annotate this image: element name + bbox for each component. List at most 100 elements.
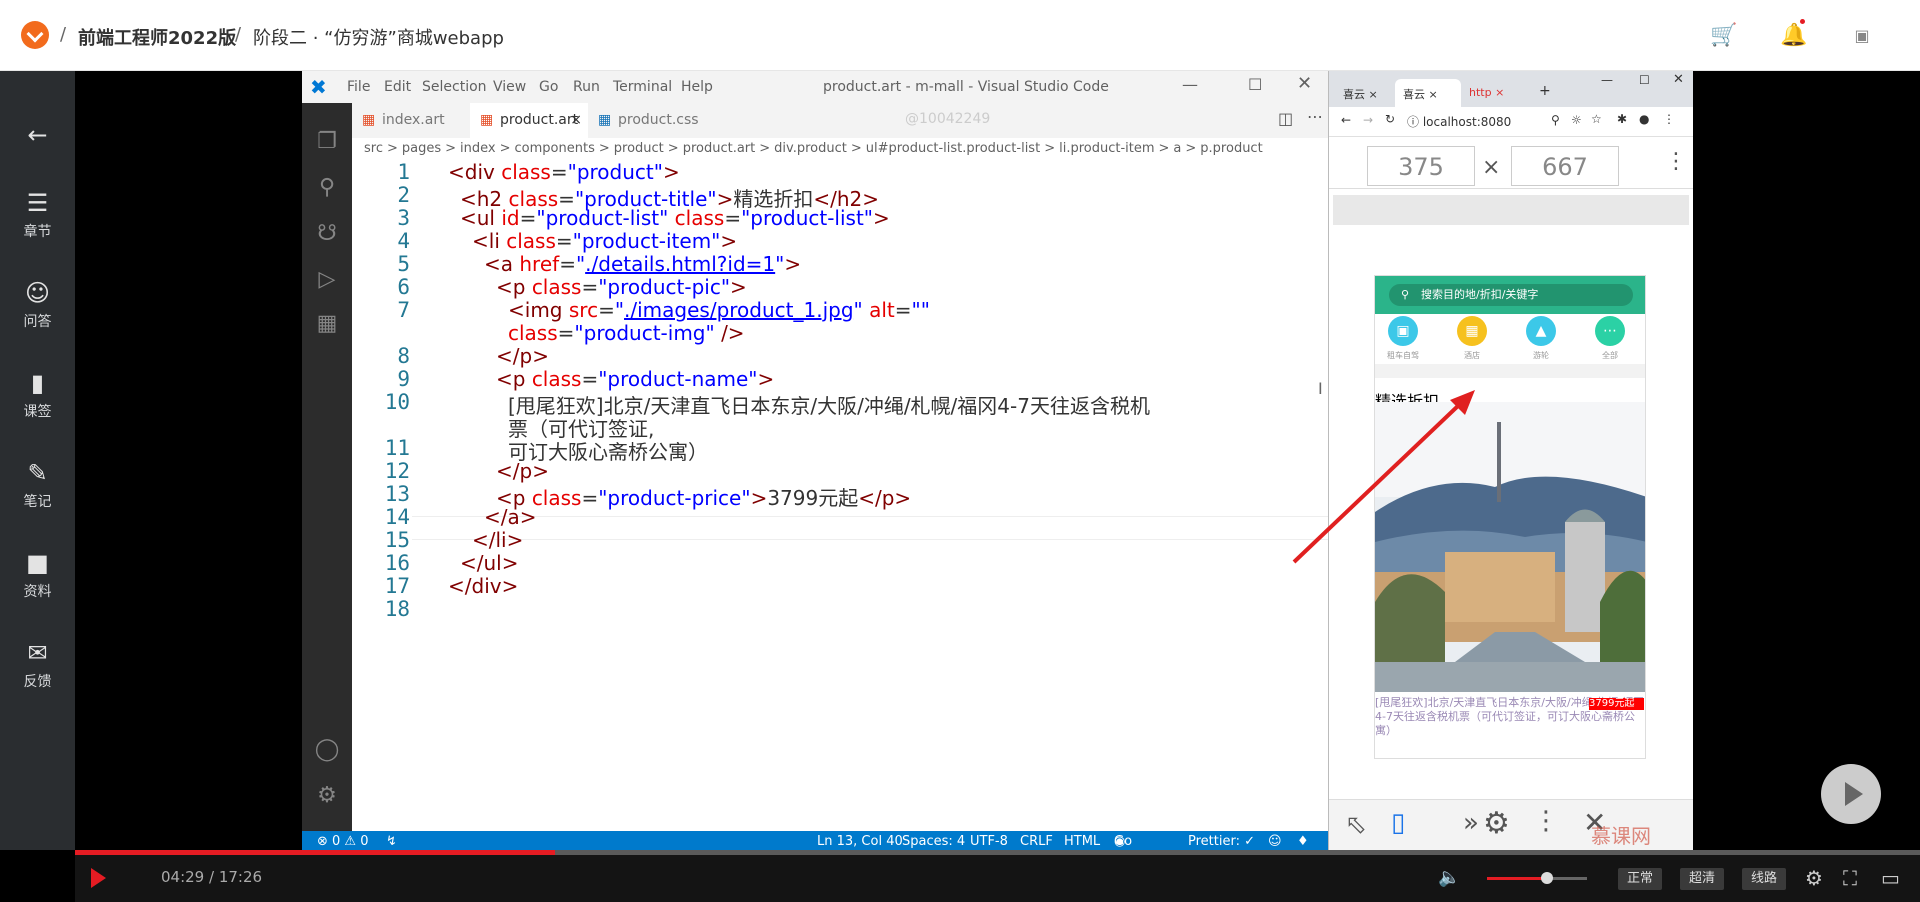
more-options-icon[interactable]: ⋮ bbox=[1665, 149, 1687, 174]
eye-off-icon[interactable]: ☼ bbox=[1571, 113, 1582, 127]
menu-file[interactable]: File bbox=[347, 79, 370, 95]
vscode-logo-icon: ✖ bbox=[310, 75, 327, 99]
new-tab-button[interactable]: + bbox=[1539, 83, 1551, 99]
play-icon[interactable] bbox=[91, 868, 106, 888]
height-input[interactable]: 667 bbox=[1511, 146, 1619, 186]
media-query-bar[interactable] bbox=[1333, 195, 1689, 225]
width-input[interactable]: 375 bbox=[1367, 146, 1475, 186]
menu-dots-icon[interactable]: ⋮ bbox=[1663, 112, 1675, 126]
window-title: product.art - m-mall - Visual Studio Cod… bbox=[823, 79, 1109, 95]
browser-tab[interactable]: 喜云 × bbox=[1335, 79, 1395, 107]
category-car-rental[interactable]: ▣ 租车自驾 bbox=[1378, 316, 1428, 361]
breadcrumb: src > pages > index > components > product > produ… bbox=[364, 141, 1263, 156]
sidebar-item-bookmark[interactable]: ▮ 课签 bbox=[0, 371, 75, 421]
source-control-icon[interactable]: ☋ bbox=[314, 221, 340, 247]
sidebar-item-notes[interactable]: ✎ 笔记 bbox=[0, 461, 75, 511]
browser-tab[interactable]: http × bbox=[1461, 79, 1517, 107]
code-line: </div> bbox=[448, 574, 519, 598]
big-play-button[interactable] bbox=[1821, 764, 1881, 824]
site-logo[interactable] bbox=[21, 21, 49, 49]
bookmark-icon: ▮ bbox=[30, 369, 45, 397]
notification-dot bbox=[1800, 19, 1805, 24]
minimize-icon[interactable]: — bbox=[1182, 75, 1198, 94]
back-button[interactable]: ← bbox=[0, 123, 75, 153]
search-icon: ⚲ bbox=[1401, 288, 1410, 301]
pip-icon[interactable]: ▭ bbox=[1881, 866, 1900, 890]
reload-icon[interactable]: ↻ bbox=[1385, 112, 1395, 126]
html-file-icon: ▦ bbox=[362, 112, 376, 128]
menu-edit[interactable]: Edit bbox=[384, 79, 411, 95]
back-icon[interactable]: ← bbox=[1341, 113, 1351, 127]
imooc-watermark: 慕课网 bbox=[1591, 824, 1651, 848]
folder-icon: ■ bbox=[26, 549, 49, 577]
code-line: <a href="./details.html?id=1"> bbox=[484, 252, 802, 276]
code-editor[interactable]: 1 2 3 4 5 6 7 8 9 10 11 12 13 14 15 16 1… bbox=[352, 160, 1328, 831]
menu-go[interactable]: Go bbox=[539, 79, 558, 95]
sidebar-item-chapters[interactable]: ☰ 章节 bbox=[0, 191, 75, 241]
editor-tabs: ▦ index.art ▦ product.art × ▦ product.cs… bbox=[352, 103, 1328, 138]
account-icon[interactable]: ◯ bbox=[314, 737, 340, 763]
device-toggle-icon[interactable]: ▯ bbox=[1391, 808, 1405, 838]
sidebar-item-label: 笔记 bbox=[23, 494, 52, 510]
route-button[interactable]: 线路 bbox=[1742, 868, 1787, 890]
menu-terminal[interactable]: Terminal bbox=[613, 79, 672, 95]
more-icon: ⋯ bbox=[1595, 316, 1625, 346]
bell-icon[interactable]: 🔔 bbox=[1780, 24, 1807, 48]
browser-tab-active[interactable]: 喜云 × bbox=[1395, 79, 1461, 107]
more-actions-icon[interactable]: ⋯ bbox=[1307, 107, 1323, 126]
extensions-icon[interactable]: ▦ bbox=[314, 311, 340, 337]
settings-gear-icon[interactable]: ⚙ bbox=[1805, 866, 1823, 890]
more-panels-icon[interactable]: » bbox=[1463, 808, 1479, 838]
volume-knob[interactable] bbox=[1541, 872, 1553, 884]
maximize-icon[interactable]: ☐ bbox=[1639, 73, 1650, 87]
tab-product-art[interactable]: ▦ product.art × bbox=[470, 103, 588, 138]
code-line: </a> bbox=[484, 505, 537, 529]
sidebar-item-qa[interactable]: ☺ 问答 bbox=[0, 281, 75, 331]
user-avatar-icon[interactable]: ▣ bbox=[1850, 24, 1874, 48]
code-line: <ul id="product-list" class="product-lis… bbox=[460, 206, 890, 230]
minimize-icon[interactable]: — bbox=[1601, 73, 1613, 87]
close-icon[interactable]: ✕ bbox=[1297, 73, 1312, 94]
forward-icon[interactable]: → bbox=[1363, 113, 1373, 127]
run-debug-icon[interactable]: ▷ bbox=[314, 267, 340, 293]
sidebar-item-feedback[interactable]: ✉ 反馈 bbox=[0, 641, 75, 691]
explorer-icon[interactable]: ❐ bbox=[314, 129, 340, 155]
volume-slider[interactable] bbox=[1487, 872, 1587, 884]
menu-view[interactable]: View bbox=[493, 79, 526, 95]
zoom-icon[interactable]: ⚲ bbox=[1551, 113, 1560, 127]
star-icon[interactable]: ☆ bbox=[1591, 112, 1602, 126]
category-all[interactable]: ⋯ 全部 bbox=[1585, 316, 1635, 361]
search-icon[interactable]: ⚲ bbox=[314, 175, 340, 201]
category-hotel[interactable]: ▦ 酒店 bbox=[1447, 316, 1497, 361]
fullscreen-icon[interactable]: ⛶ bbox=[1843, 866, 1857, 890]
sidebar-item-materials[interactable]: ■ 资料 bbox=[0, 551, 75, 601]
settings-gear-icon[interactable]: ⚙ bbox=[314, 783, 340, 809]
inspect-element-icon[interactable]: ⬁ bbox=[1345, 810, 1367, 840]
volume-icon[interactable]: 🔈 bbox=[1438, 867, 1460, 888]
close-icon[interactable]: ✕ bbox=[1673, 72, 1684, 87]
css-file-icon: ▦ bbox=[598, 112, 612, 128]
tab-index-art[interactable]: ▦ index.art bbox=[352, 103, 470, 138]
menu-run[interactable]: Run bbox=[573, 79, 600, 95]
course-title-link[interactable]: 前端工程师2022版 bbox=[78, 24, 236, 50]
settings-gear-icon[interactable]: ⚙ bbox=[1483, 806, 1510, 841]
extensions-icon[interactable]: ✱ bbox=[1617, 112, 1627, 126]
profile-icon[interactable]: ● bbox=[1639, 112, 1649, 126]
category-cruise[interactable]: ▲ 游轮 bbox=[1516, 316, 1566, 361]
speed-button[interactable]: 正常 bbox=[1618, 868, 1663, 890]
section-divider bbox=[1375, 364, 1645, 378]
maximize-icon[interactable]: ☐ bbox=[1248, 75, 1262, 94]
code-line: <p class="product-pic"> bbox=[496, 275, 747, 299]
code-line: </ul> bbox=[460, 551, 519, 575]
close-tab-icon[interactable]: × bbox=[570, 103, 582, 138]
split-editor-icon[interactable]: ◫ bbox=[1278, 109, 1293, 128]
menu-selection[interactable]: Selection bbox=[422, 79, 487, 95]
lesson-title: 阶段二 · “仿穷游”商城webapp bbox=[253, 28, 504, 49]
cart-icon[interactable]: 🛒 bbox=[1710, 24, 1737, 48]
annotation-arrow bbox=[1292, 390, 1475, 564]
tab-product-css[interactable]: ▦ product.css bbox=[588, 103, 699, 138]
search-input[interactable]: ⚲ 搜索目的地/折扣/关键字 bbox=[1389, 284, 1633, 306]
quality-button[interactable]: 超清 bbox=[1680, 868, 1725, 890]
kebab-menu-icon[interactable]: ⋮ bbox=[1533, 806, 1559, 836]
menu-help[interactable]: Help bbox=[681, 79, 713, 95]
